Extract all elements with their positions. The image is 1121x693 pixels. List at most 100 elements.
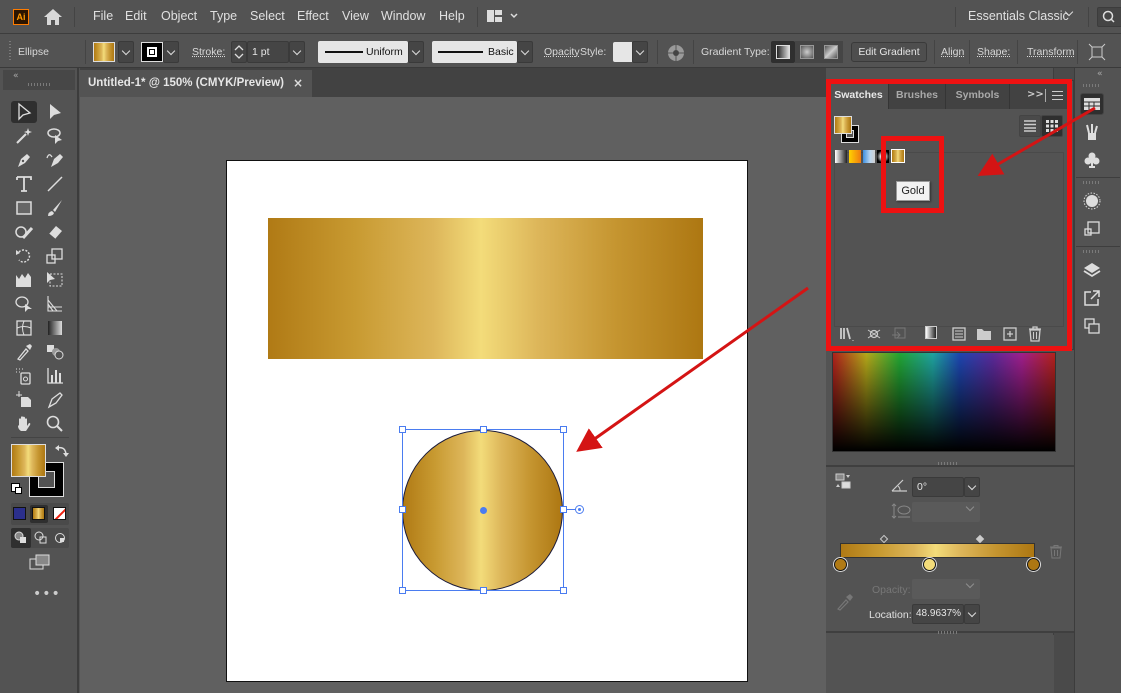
draw-normal-button[interactable]: [11, 528, 31, 548]
fill-swatch[interactable]: [93, 42, 115, 62]
stroke-weight-input[interactable]: 1 pt: [247, 41, 289, 63]
gradient-stop-selected[interactable]: [923, 558, 936, 571]
artboard-tool[interactable]: [11, 389, 37, 411]
profile-dropdown[interactable]: [408, 41, 424, 63]
fill-dropdown[interactable]: [118, 41, 134, 63]
panel-grip[interactable]: [1083, 181, 1101, 184]
opacity-link[interactable]: Opacity: [544, 46, 580, 58]
location-dropdown[interactable]: [964, 604, 980, 624]
gold-rectangle[interactable]: [268, 218, 703, 359]
symbols-panel-icon[interactable]: [1080, 149, 1104, 171]
align-link[interactable]: Align: [941, 46, 964, 58]
resize-handle[interactable]: [560, 426, 567, 433]
graphic-style-swatch[interactable]: [613, 42, 632, 62]
line-segment-tool[interactable]: [42, 173, 68, 195]
gradient-tool[interactable]: [42, 317, 68, 339]
linear-gradient-button[interactable]: [771, 41, 795, 63]
gradient-stop[interactable]: [834, 558, 847, 571]
magic-wand-tool[interactable]: [11, 125, 37, 147]
brush-dropdown[interactable]: [517, 41, 533, 63]
menu-view[interactable]: View: [342, 9, 369, 23]
curvature-tool[interactable]: [42, 149, 68, 171]
search-input[interactable]: [1097, 7, 1121, 27]
mesh-tool[interactable]: [11, 317, 37, 339]
paintbrush-tool[interactable]: [42, 197, 68, 219]
radial-gradient-button[interactable]: [795, 41, 819, 63]
panel-grip[interactable]: [1083, 84, 1101, 87]
color-spectrum[interactable]: [832, 352, 1056, 452]
panel-grip[interactable]: [9, 41, 11, 61]
draw-inside-button[interactable]: [51, 528, 69, 548]
style-dropdown[interactable]: [632, 41, 648, 63]
warp-tool[interactable]: [11, 269, 37, 291]
variable-width-profile[interactable]: Uniform: [318, 41, 408, 63]
swap-fill-stroke-icon[interactable]: [55, 444, 69, 461]
hand-tool[interactable]: [11, 413, 37, 435]
angle-input[interactable]: 0°: [912, 477, 964, 497]
color-mode-button[interactable]: [13, 507, 26, 520]
menu-file[interactable]: File: [93, 9, 113, 23]
selection-tool[interactable]: [11, 101, 37, 123]
chevron-down-icon[interactable]: [1064, 7, 1074, 17]
menu-object[interactable]: Object: [161, 9, 197, 23]
resize-handle[interactable]: [560, 506, 567, 513]
none-mode-button[interactable]: [53, 507, 66, 520]
gradient-stop[interactable]: [1027, 558, 1040, 571]
panel-grip[interactable]: [1083, 250, 1101, 253]
type-tool[interactable]: [11, 173, 37, 195]
resize-handle[interactable]: [480, 587, 487, 594]
recolor-artwork-icon[interactable]: [667, 44, 685, 65]
brushes-panel-icon[interactable]: [1080, 121, 1104, 143]
stroke-label[interactable]: Stroke:: [192, 46, 225, 58]
panel-grip[interactable]: [938, 631, 958, 634]
layers-panel-icon[interactable]: [1080, 259, 1104, 281]
menu-effect[interactable]: Effect: [297, 9, 329, 23]
symbol-sprayer-tool[interactable]: [11, 365, 37, 387]
menu-edit[interactable]: Edit: [125, 9, 147, 23]
column-graph-tool[interactable]: [42, 365, 68, 387]
panel-grip[interactable]: [28, 83, 52, 86]
workspace-switcher[interactable]: Essentials Classic: [968, 9, 1069, 23]
angle-dropdown[interactable]: [964, 477, 980, 497]
resize-handle[interactable]: [399, 426, 406, 433]
resize-handle[interactable]: [399, 506, 406, 513]
menu-type[interactable]: Type: [210, 9, 237, 23]
expand-panels-icon[interactable]: «: [1097, 69, 1103, 79]
lasso-tool[interactable]: [42, 125, 68, 147]
stroke-swatch[interactable]: [141, 42, 163, 62]
blend-tool[interactable]: [42, 341, 68, 363]
fill-color-box[interactable]: [11, 444, 46, 477]
brush-definition[interactable]: Basic: [432, 41, 517, 63]
stroke-dropdown[interactable]: [163, 41, 179, 63]
transform-link[interactable]: Transform: [1027, 46, 1074, 58]
direct-selection-tool[interactable]: [42, 101, 68, 123]
isolate-object-icon[interactable]: [1088, 43, 1106, 64]
shaper-tool[interactable]: [11, 221, 37, 243]
location-input[interactable]: 48.9637%: [912, 604, 964, 624]
pen-tool[interactable]: [11, 149, 37, 171]
resize-handle[interactable]: [480, 426, 487, 433]
default-fill-stroke-icon[interactable]: [11, 483, 22, 494]
transparency-panel-icon[interactable]: [1080, 218, 1104, 240]
export-panel-icon[interactable]: [1080, 287, 1104, 309]
appearance-panel-icon[interactable]: [1080, 190, 1104, 212]
gradient-slider[interactable]: [840, 543, 1035, 558]
eyedropper-tool[interactable]: [11, 341, 37, 363]
menu-help[interactable]: Help: [439, 9, 465, 23]
stroke-weight-dropdown[interactable]: [289, 41, 305, 63]
resize-handle[interactable]: [399, 587, 406, 594]
free-transform-tool[interactable]: [42, 269, 68, 291]
document-tab[interactable]: Untitled-1* @ 150% (CMYK/Preview) ×: [80, 70, 312, 97]
arrange-documents-icon[interactable]: [487, 9, 521, 28]
shape-builder-tool[interactable]: [11, 293, 37, 315]
freeform-gradient-button[interactable]: [819, 41, 843, 63]
shape-link[interactable]: Shape:: [977, 46, 1010, 58]
pie-widget-handle[interactable]: [575, 505, 584, 514]
swatches-panel-icon[interactable]: [1080, 93, 1104, 115]
resize-handle[interactable]: [560, 587, 567, 594]
scale-tool[interactable]: [42, 245, 68, 267]
eraser-tool[interactable]: [42, 221, 68, 243]
zoom-tool[interactable]: [42, 413, 68, 435]
menu-window[interactable]: Window: [381, 9, 425, 23]
rectangle-tool[interactable]: [11, 197, 37, 219]
